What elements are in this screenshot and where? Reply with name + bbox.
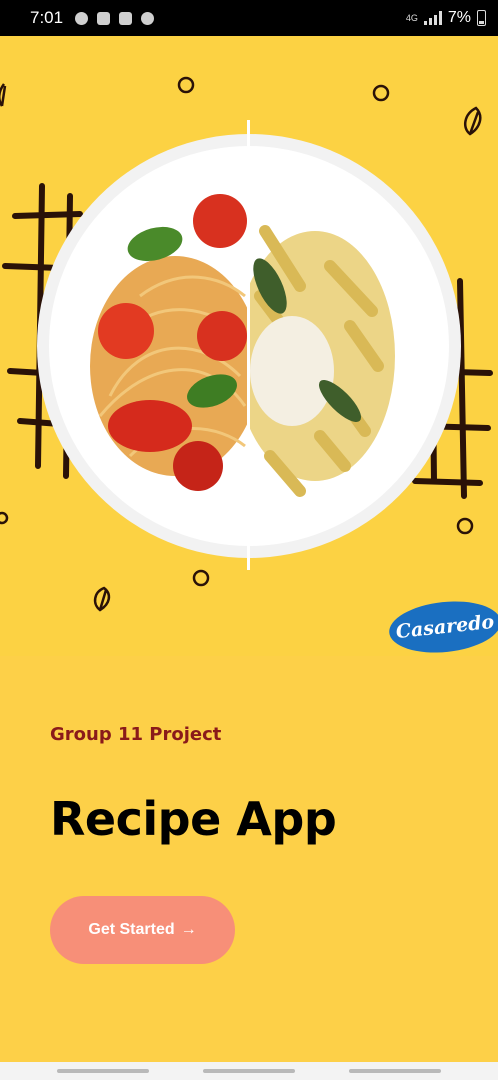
status-bar: 7:01 4G 7% (0, 0, 498, 36)
network-type: 4G (405, 12, 418, 23)
hero-image: Casaredo (0, 36, 498, 656)
status-right: 4G 7% (406, 9, 486, 27)
hero-illustration (0, 76, 493, 612)
nav-recent-button[interactable] (57, 1069, 149, 1073)
notification-icon (75, 11, 89, 25)
chat-icon (141, 11, 155, 25)
divider-line (247, 120, 250, 570)
get-started-label: Get Started (88, 921, 175, 938)
project-subtitle: Group 11 Project (50, 724, 222, 745)
nav-home-button[interactable] (203, 1069, 295, 1073)
checkbox-icon (97, 11, 111, 25)
battery-icon (477, 10, 486, 26)
status-time: 7:01 (30, 8, 64, 27)
arrow-right-icon: → (180, 921, 197, 938)
nav-back-button[interactable] (349, 1069, 441, 1073)
app-title: Recipe App (50, 792, 337, 846)
get-started-button[interactable]: Get Started → (50, 896, 235, 964)
app-icon (119, 11, 133, 25)
system-nav-bar (0, 1062, 498, 1080)
battery-percentage: 7% (447, 9, 471, 26)
signal-icon (423, 11, 442, 25)
notification-icons (75, 11, 155, 25)
